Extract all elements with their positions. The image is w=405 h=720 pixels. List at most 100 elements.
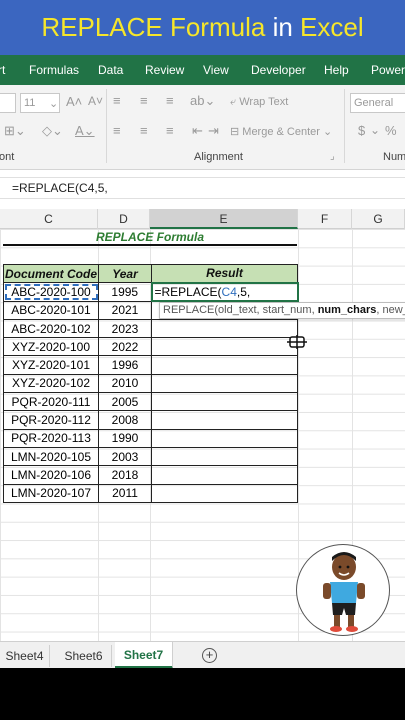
table-row: ABC-2020-100 1995 =REPLACE(C4,5, bbox=[3, 281, 299, 303]
font-size-value: 11 bbox=[24, 97, 36, 109]
header-year[interactable]: Year bbox=[98, 263, 152, 284]
dialog-launcher-icon[interactable]: ⌟ bbox=[330, 151, 335, 162]
shrink-font-icon[interactable]: A˅ bbox=[88, 94, 103, 108]
sheet-tab-sheet4[interactable]: Sheet4 bbox=[0, 645, 50, 667]
cell-year[interactable]: 2010 bbox=[98, 373, 152, 394]
align-top-icon[interactable]: ≡ bbox=[113, 93, 121, 108]
cell-year[interactable]: 2018 bbox=[98, 465, 152, 485]
group-label-alignment: Alignment bbox=[194, 151, 243, 163]
cell-document-code[interactable]: LMN-2020-107 bbox=[3, 483, 99, 503]
font-name-box[interactable] bbox=[0, 93, 16, 113]
cell-document-code[interactable]: PQR-2020-113 bbox=[3, 428, 99, 448]
cell-result[interactable] bbox=[151, 337, 298, 357]
cell-year[interactable]: 1996 bbox=[98, 355, 152, 375]
align-left-icon[interactable]: ≡ bbox=[113, 123, 121, 138]
cell-document-code[interactable]: PQR-2020-112 bbox=[3, 410, 99, 430]
cell-year[interactable]: 2023 bbox=[98, 318, 152, 339]
currency-icon[interactable]: $ bbox=[358, 123, 365, 138]
cell-document-code[interactable]: LMN-2020-106 bbox=[3, 465, 99, 485]
tooltip-text-bold: num_chars bbox=[317, 304, 377, 316]
table-row: XYZ-2020-102 2010 bbox=[3, 373, 298, 394]
cell-document-code[interactable]: PQR-2020-111 bbox=[3, 392, 99, 412]
sheet-tab-sheet6[interactable]: Sheet6 bbox=[56, 645, 112, 667]
wrap-text-button[interactable]: ⤶ Wrap Text bbox=[230, 96, 288, 109]
column-header-d[interactable]: D bbox=[98, 209, 150, 229]
add-sheet-icon[interactable]: + bbox=[202, 648, 217, 663]
cell-year[interactable]: 2008 bbox=[98, 410, 152, 430]
tab-review[interactable]: Review bbox=[145, 55, 184, 85]
cell-document-code[interactable]: ABC-2020-101 bbox=[3, 300, 99, 320]
chevron-down-icon: ⌄ bbox=[49, 98, 59, 110]
font-size-box[interactable]: 11 ⌄ bbox=[20, 93, 60, 113]
cell-document-code[interactable]: XYZ-2020-102 bbox=[3, 373, 99, 394]
number-format-value: General bbox=[354, 97, 394, 109]
ribbon-separator bbox=[106, 89, 107, 163]
header-document-code[interactable]: Document Code bbox=[3, 263, 99, 284]
table-row: LMN-2020-107 2011 bbox=[3, 483, 298, 503]
table-row: ABC-2020-102 2023 bbox=[3, 318, 298, 339]
cell-document-code[interactable]: LMN-2020-105 bbox=[3, 446, 99, 467]
align-center-icon[interactable]: ≡ bbox=[140, 123, 148, 138]
banner-title-main: REPLACE Formula bbox=[41, 12, 266, 42]
align-bottom-icon[interactable]: ≡ bbox=[166, 93, 174, 108]
merge-center-button[interactable]: ⊟ Merge & Center ⌄ bbox=[230, 125, 332, 138]
presenter-avatar bbox=[296, 544, 390, 636]
tab-power[interactable]: Power bbox=[371, 55, 405, 85]
app-root: REPLACE Formula in Excel rt Formulas Dat… bbox=[0, 0, 405, 720]
cell-document-code[interactable]: XYZ-2020-101 bbox=[3, 355, 99, 375]
column-header-g[interactable]: G bbox=[352, 209, 405, 229]
cell-result[interactable] bbox=[151, 355, 298, 375]
cell-result-editing[interactable]: =REPLACE(C4,5, bbox=[150, 281, 299, 303]
align-right-icon[interactable]: ≡ bbox=[166, 123, 174, 138]
column-header-c[interactable]: C bbox=[0, 209, 98, 229]
outdent-icon[interactable]: ⇥ bbox=[208, 123, 219, 139]
cell-year[interactable]: 2011 bbox=[98, 483, 152, 503]
cell-result[interactable] bbox=[151, 446, 298, 467]
cell-year[interactable]: 1990 bbox=[98, 428, 152, 448]
percent-icon[interactable]: % bbox=[385, 123, 397, 138]
tooltip-text-end: , new_tex bbox=[376, 304, 405, 316]
sheet-tab-sheet7[interactable]: Sheet7 bbox=[115, 642, 173, 669]
fill-color-icon[interactable]: ◇⌄ bbox=[42, 123, 63, 139]
group-label-number: Num bbox=[383, 151, 405, 163]
number-format-box[interactable]: General bbox=[350, 93, 405, 113]
cell-document-code[interactable]: ABC-2020-100 bbox=[3, 282, 99, 302]
tab-view[interactable]: View bbox=[203, 55, 229, 85]
cell-document-code[interactable]: XYZ-2020-100 bbox=[3, 337, 99, 357]
formula-cell-reference: C4 bbox=[221, 284, 237, 299]
cell-result[interactable] bbox=[151, 410, 298, 430]
function-tooltip[interactable]: REPLACE(old_text, start_num, num_chars, … bbox=[159, 302, 405, 319]
tab-help[interactable]: Help bbox=[324, 55, 349, 85]
cell-year[interactable]: 2021 bbox=[98, 300, 152, 320]
orientation-icon[interactable]: ab⌄ bbox=[190, 93, 215, 109]
formula-bar[interactable]: =REPLACE(C4,5, bbox=[0, 177, 405, 199]
column-header-e[interactable]: E bbox=[150, 209, 298, 229]
font-color-icon[interactable]: A⌄ bbox=[75, 123, 95, 139]
tab-insert[interactable]: rt bbox=[0, 55, 5, 85]
indent-icon[interactable]: ⇤ bbox=[192, 123, 203, 139]
align-middle-icon[interactable]: ≡ bbox=[140, 93, 148, 108]
table-row: PQR-2020-111 2005 bbox=[3, 392, 298, 412]
header-result[interactable]: Result bbox=[151, 263, 298, 284]
cell-year[interactable]: 2003 bbox=[98, 446, 152, 467]
cell-year[interactable]: 2022 bbox=[98, 337, 152, 357]
cell-year[interactable]: 2005 bbox=[98, 392, 152, 412]
cell-result[interactable] bbox=[151, 318, 298, 339]
cell-result[interactable] bbox=[151, 483, 298, 503]
cell-result[interactable] bbox=[151, 373, 298, 394]
cell-year[interactable]: 1995 bbox=[98, 282, 152, 302]
cell-result[interactable] bbox=[151, 465, 298, 485]
chevron-down-icon[interactable]: ⌄ bbox=[370, 123, 380, 137]
borders-icon[interactable]: ⊞⌄ bbox=[4, 123, 26, 139]
tab-developer[interactable]: Developer bbox=[251, 55, 306, 85]
tab-formulas[interactable]: Formulas bbox=[29, 55, 79, 85]
tab-data[interactable]: Data bbox=[98, 55, 123, 85]
grow-font-icon[interactable]: A˄ bbox=[66, 94, 82, 109]
table-row: PQR-2020-112 2008 bbox=[3, 410, 298, 430]
cell-result[interactable] bbox=[151, 392, 298, 412]
column-header-f[interactable]: F bbox=[298, 209, 352, 229]
cell-result[interactable] bbox=[151, 428, 298, 448]
title-banner: REPLACE Formula in Excel bbox=[0, 0, 405, 55]
cell-document-code[interactable]: ABC-2020-102 bbox=[3, 318, 99, 339]
table-row: PQR-2020-113 1990 bbox=[3, 428, 298, 448]
